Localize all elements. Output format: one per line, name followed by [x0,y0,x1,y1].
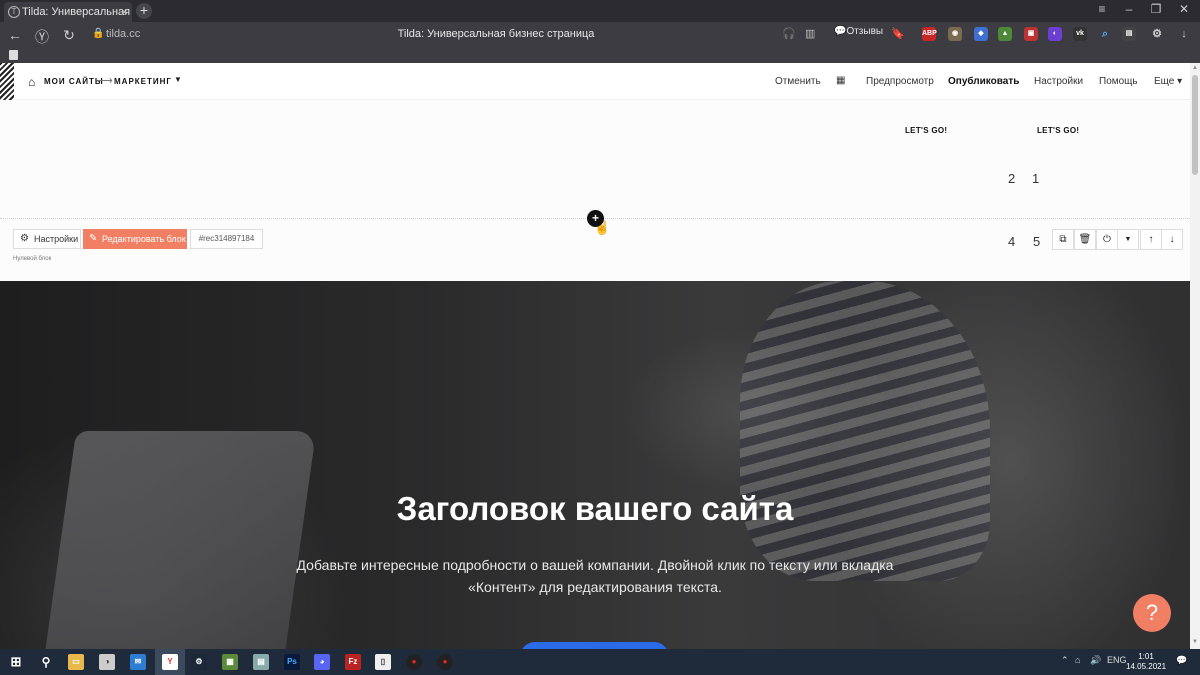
breadcrumb-project[interactable]: МАРКЕТИНГ [114,77,172,86]
address-bar: ← Ⓨ ↻ 🔒 tilda.cc Tilda: Универсальная би… [0,22,1200,48]
mail-icon[interactable]: ✉ [130,654,146,670]
steam-icon[interactable]: ⚙ [191,654,207,670]
scroll-up-icon[interactable]: ▲ [1191,65,1199,71]
tab-title: Tilda: Универсальная б [22,6,132,18]
bookmark-page-icon[interactable] [9,50,18,60]
scroll-down-icon[interactable]: ▼ [1191,639,1199,645]
power-icon[interactable]: ⏻ [1096,229,1118,250]
grid-icon[interactable]: ▦ [836,75,845,86]
number-text[interactable]: 1 [1032,171,1039,186]
windows-start-icon[interactable]: ⊞ [8,654,24,670]
block-settings-button[interactable]: ⚙ Настройки [13,229,81,249]
settings-button[interactable]: Настройки [1034,76,1083,87]
hero-cta-button[interactable] [520,642,669,649]
menu-icon[interactable]: ≡ [1092,2,1112,16]
pencil-icon: ✎ [89,233,98,244]
extension-icon[interactable]: ◆ [974,27,988,41]
background-person [740,281,990,581]
number-text[interactable]: 2 [1008,171,1015,186]
breadcrumb-my-sites[interactable]: МОИ САЙТЫ [44,77,104,86]
hero-subtitle[interactable]: Добавьте интересные подробности о вашей … [295,554,895,598]
close-tab-icon[interactable]: × [121,2,128,22]
downloads-icon[interactable]: ↓ [1177,27,1191,41]
filezilla-icon[interactable]: Fz [345,654,361,670]
reviews-button[interactable]: 💬Отзывы [834,26,883,37]
lets-go-text[interactable]: LET'S GO! [1037,126,1079,135]
adblock-icon[interactable]: ABP [922,27,937,41]
clock-time: 1:01 [1138,652,1154,661]
trash-icon[interactable]: 🗑 [1074,229,1096,250]
number-text[interactable]: 5 [1033,234,1040,249]
document-icon[interactable]: ▯ [375,654,391,670]
search-icon[interactable]: ⌕ [1098,27,1112,41]
help-button[interactable]: Помощь [1099,76,1138,87]
home-icon[interactable]: ⌂ [28,75,35,89]
publish-button[interactable]: Опубликовать [948,76,1019,87]
record-icon[interactable]: ● [406,654,422,670]
chevron-down-icon[interactable]: ▼ [1117,229,1139,250]
record-icon[interactable]: ● [437,654,453,670]
notifications-icon[interactable]: 💬 [1176,655,1187,666]
zero-block: LET'S GO! LET'S GO! 2 1 4 5 + ☝ ⚙ Настро… [0,100,1190,281]
extension-icon[interactable]: ▣ [1024,27,1038,41]
app-icon[interactable]: ▦ [222,654,238,670]
windows-taskbar: ⊞ ⚲ ▭ ◑ ✉ Y ⚙ ▦ ▤ Ps ◕ Fz ▯ ● ● ⌃ ⌂ 🔊 EN… [0,649,1200,675]
clock-date: 14.05.2021 [1126,662,1167,671]
volume-icon[interactable]: 🔊 [1090,655,1101,666]
lets-go-text[interactable]: LET'S GO! [905,126,947,135]
record-id-badge[interactable]: #rec314897184 [190,229,263,249]
scrollbar-thumb[interactable] [1192,75,1198,175]
extension-icon[interactable]: ◉ [948,27,962,41]
reader-icon[interactable]: ▥ [805,27,815,40]
hand-cursor-icon: ☝ [594,220,611,235]
headphones-icon[interactable]: 🎧 [782,27,796,40]
extensions-icon[interactable]: ⚙ [1150,27,1164,41]
breadcrumb-arrow-icon: ⟶ [97,75,113,87]
number-text[interactable]: 4 [1008,234,1015,249]
block-name-label: Нулевой блок [13,256,52,262]
bookmarks-bar [0,48,1200,63]
network-icon[interactable]: ⌂ [1075,655,1080,665]
block-settings-label: Настройки [34,234,79,244]
chevron-down-icon[interactable]: ▼ [174,75,182,84]
browser-tab[interactable]: T Tilda: Универсальная б × [4,2,132,22]
extension-icon[interactable]: ▲ [998,27,1012,41]
help-question-button[interactable]: ? [1133,594,1171,632]
new-tab-button[interactable]: + [136,3,152,19]
more-button[interactable]: Еще ▾ [1154,76,1182,87]
maximize-icon[interactable]: ❐ [1146,2,1166,16]
discord-icon[interactable]: ◕ [314,654,330,670]
undo-button[interactable]: Отменить [775,76,821,87]
app-icon[interactable]: ◑ [99,654,115,670]
gear-icon: ⚙ [20,233,29,244]
yandex-browser-icon[interactable]: Y [162,654,178,670]
move-up-icon[interactable]: ↑ [1140,229,1162,250]
calculator-icon[interactable]: ▤ [253,654,269,670]
photoshop-icon[interactable]: Ps [284,654,300,670]
clock[interactable]: 1:01 14.05.2021 [1126,652,1166,672]
edit-block-label: Редактировать блок [102,234,186,244]
page-scrollbar[interactable]: ▲ ▼ [1190,63,1200,649]
duplicate-icon[interactable]: ⧉ [1052,229,1074,250]
search-icon[interactable]: ⚲ [38,654,54,670]
close-window-icon[interactable]: ✕ [1174,2,1194,16]
tilda-logo-pattern [0,63,14,100]
tray-chevron-icon[interactable]: ⌃ [1061,655,1069,666]
hero-title[interactable]: Заголовок вашего сайта [0,490,1190,528]
background-laptop [43,431,317,649]
tilda-topbar: ⌂ МОИ САЙТЫ ⟶ МАРКЕТИНГ ▼ Отменить ▦ Пре… [0,63,1190,100]
tilda-favicon-icon: T [8,6,20,18]
bookmark-icon[interactable]: 🔖 [891,27,905,40]
extension-icon[interactable]: ◐ [1048,27,1062,41]
edit-block-button[interactable]: ✎ Редактировать блок [83,229,187,249]
minimize-icon[interactable]: – [1119,2,1139,16]
file-explorer-icon[interactable]: ▭ [68,654,84,670]
hero-cover: Заголовок вашего сайта Добавьте интересн… [0,281,1190,649]
browser-tab-bar: T Tilda: Универсальная б × + ≡ – ❐ ✕ [0,0,1200,22]
vk-icon[interactable]: vk [1073,27,1087,41]
preview-button[interactable]: Предпросмотр [866,76,934,87]
language-indicator[interactable]: ENG [1107,655,1127,665]
extension-icon[interactable]: ▤ [1122,27,1136,41]
move-down-icon[interactable]: ↓ [1161,229,1183,250]
